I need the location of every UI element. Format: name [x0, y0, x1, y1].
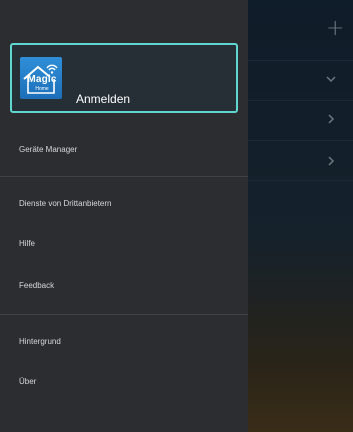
logo-subtitle: Home	[35, 86, 49, 92]
list-divider	[248, 140, 353, 141]
navigation-drawer: Magic Home Anmelden Geräte Manager Diens…	[0, 0, 248, 432]
menu-item-label: Über	[19, 377, 37, 386]
chevron-down-icon[interactable]	[326, 74, 336, 84]
chevron-right-icon[interactable]	[326, 156, 336, 166]
plus-icon[interactable]: +	[326, 18, 344, 40]
menu-item-about[interactable]: Über	[0, 362, 248, 402]
menu-item-background[interactable]: Hintergrund	[0, 322, 248, 362]
chevron-right-icon[interactable]	[326, 114, 336, 124]
menu-item-label: Feedback	[19, 281, 55, 290]
menu-item-label: Hilfe	[19, 239, 36, 248]
login-button[interactable]: Magic Home Anmelden	[10, 43, 238, 113]
list-divider	[248, 100, 353, 101]
menu-item-device-manager[interactable]: Geräte Manager	[0, 130, 248, 170]
login-label: Anmelden	[76, 92, 131, 106]
magic-home-logo: Magic Home	[20, 57, 62, 99]
logo-word: Magic	[27, 74, 57, 85]
list-divider	[248, 180, 353, 181]
menu-divider	[0, 176, 248, 177]
menu-item-label: Hintergrund	[19, 337, 61, 346]
menu-item-feedback[interactable]: Feedback	[0, 266, 248, 306]
menu-divider	[0, 314, 248, 315]
menu-item-label: Dienste von Drittanbietern	[19, 199, 112, 208]
menu-item-third-party-services[interactable]: Dienste von Drittanbietern	[0, 184, 248, 224]
list-divider	[248, 60, 353, 61]
menu-item-help[interactable]: Hilfe	[0, 224, 248, 264]
menu-item-label: Geräte Manager	[19, 145, 78, 154]
